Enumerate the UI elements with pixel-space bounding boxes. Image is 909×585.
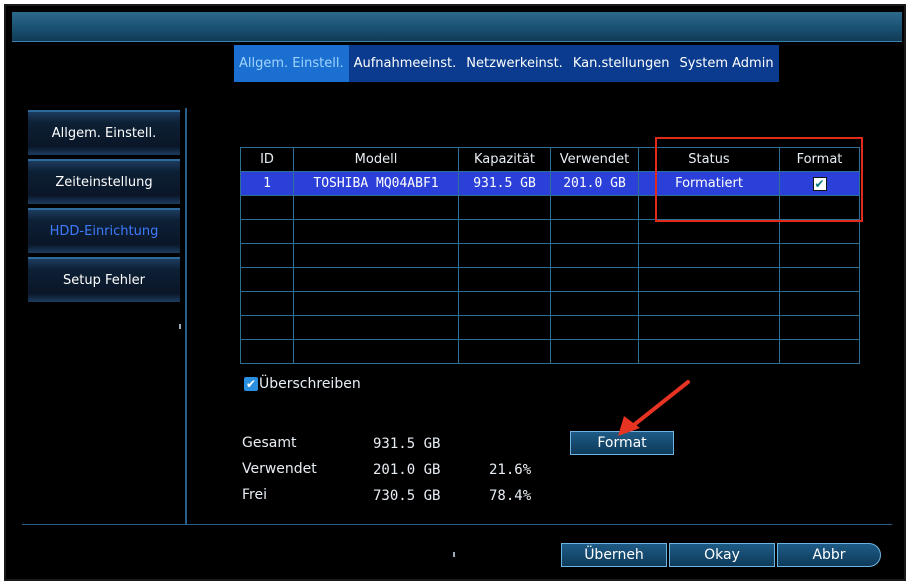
- sidebar: Allgem. Einstell. Zeiteinstellung HDD-Ei…: [28, 110, 180, 306]
- overwrite-label: Überschreiben: [259, 376, 361, 392]
- arrow-annotation-icon: [618, 380, 690, 436]
- used-value: 201.0 GB: [373, 462, 441, 478]
- column-header-capacity: Kapazität: [458, 147, 551, 172]
- footer-divider: [22, 524, 892, 525]
- table-row-empty: [240, 291, 860, 316]
- cell-capacity: 931.5 GB: [458, 171, 551, 196]
- top-navigation: Allgem. Einstell. Aufnahmeeinst. Netzwer…: [234, 45, 779, 82]
- total-label: Gesamt: [242, 435, 297, 451]
- sidebar-divider: [185, 108, 187, 524]
- cell-used: 201.0 GB: [550, 171, 639, 196]
- table-row-empty: [240, 339, 860, 364]
- status-format-highlight: [655, 137, 863, 222]
- tab-general-settings[interactable]: Allgem. Einstell.: [234, 45, 349, 82]
- apply-button[interactable]: Überneh: [561, 543, 667, 567]
- table-row-empty: [240, 315, 860, 340]
- footer-dot: [453, 552, 455, 557]
- sidebar-item-hdd-setup[interactable]: HDD-Einrichtung: [28, 208, 180, 253]
- overwrite-checkbox[interactable]: ✔: [244, 377, 258, 391]
- free-label: Frei: [242, 487, 267, 503]
- total-value: 931.5 GB: [373, 436, 441, 452]
- column-header-model: Modell: [293, 147, 459, 172]
- sidebar-item-setup-errors[interactable]: Setup Fehler: [28, 257, 180, 302]
- column-header-id: ID: [240, 147, 294, 172]
- sidebar-item-time-settings[interactable]: Zeiteinstellung: [28, 159, 180, 204]
- used-percent: 21.6%: [489, 462, 532, 478]
- divider-dot: [179, 324, 181, 329]
- free-value: 730.5 GB: [373, 488, 441, 504]
- table-row-empty: [240, 243, 860, 268]
- cell-id: 1: [240, 171, 294, 196]
- table-row-empty: [240, 267, 860, 292]
- tab-channel-settings[interactable]: Kan.stellungen: [567, 45, 675, 82]
- cell-model: TOSHIBA MQ04ABF1: [293, 171, 459, 196]
- used-label: Verwendet: [242, 461, 317, 477]
- table-row-empty: [240, 219, 860, 244]
- sidebar-item-general[interactable]: Allgem. Einstell.: [28, 110, 180, 155]
- tab-network-settings[interactable]: Netzwerkeinst.: [461, 45, 568, 82]
- okay-button[interactable]: Okay: [669, 543, 775, 567]
- free-percent: 78.4%: [489, 488, 532, 504]
- cancel-button[interactable]: Abbr: [777, 543, 881, 567]
- tab-system-admin[interactable]: System Admin: [674, 45, 779, 82]
- tab-recording-settings[interactable]: Aufnahmeeinst.: [348, 45, 462, 82]
- column-header-used: Verwendet: [550, 147, 639, 172]
- title-bar: [12, 12, 902, 42]
